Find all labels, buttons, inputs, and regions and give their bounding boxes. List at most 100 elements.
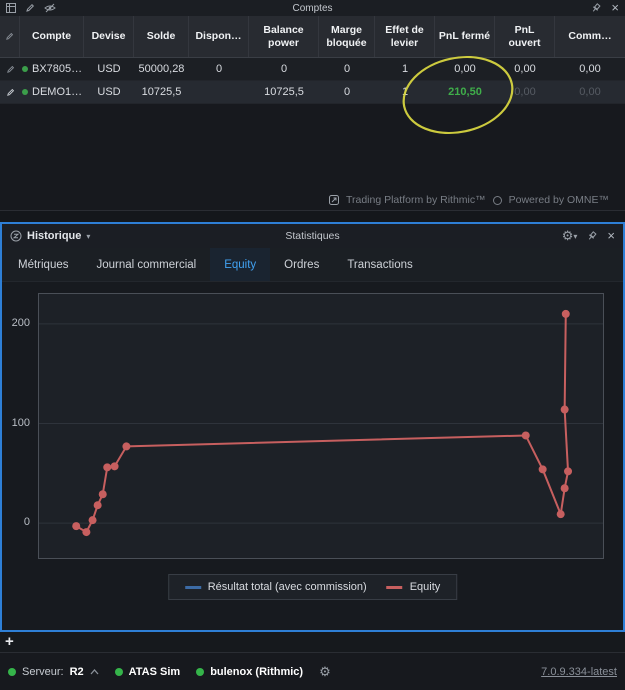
equity-chart-plot — [38, 293, 604, 559]
tab-metriques[interactable]: Métriques — [4, 248, 83, 281]
cell-solde: 10725,5 — [134, 81, 189, 103]
y-axis-tick-label: 0 — [24, 516, 30, 528]
column-header-solde[interactable]: Solde — [134, 16, 189, 57]
connection-bulenox[interactable]: bulenox (Rithmic) — [196, 666, 303, 678]
platform-footer: Trading Platform by Rithmic™ Powered by … — [329, 194, 609, 206]
table-icon[interactable] — [6, 3, 16, 13]
omne-text: Powered by OMNE™ — [509, 194, 609, 206]
equity-point — [99, 490, 107, 498]
account-row[interactable]: BX7805… USD 50000,28 0 0 0 1 0,00 0,00 0… — [0, 58, 625, 81]
equity-swatch — [387, 586, 403, 589]
equity-point — [562, 310, 570, 318]
statistics-titlebar: Historique ▾ Statistiques ⚙▾ × — [2, 224, 623, 248]
equity-point — [122, 442, 130, 450]
rithmic-logo-icon — [329, 195, 339, 205]
version-link[interactable]: 7.0.9.334-latest — [541, 666, 617, 678]
cell-solde: 50000,28 — [134, 58, 189, 80]
accounts-table-header: Compte Devise Solde Dispon… Balance powe… — [0, 16, 625, 58]
cell-pnl-ferme: 210,50 — [435, 81, 495, 103]
tab-journal-commercial[interactable]: Journal commercial — [83, 248, 211, 281]
equity-point — [561, 406, 569, 414]
edit-account-icon[interactable] — [0, 58, 20, 80]
cell-dispon — [189, 81, 249, 103]
server-label: Serveur: — [22, 666, 64, 678]
cell-compte: DEMO1… — [20, 81, 84, 103]
column-header-compte[interactable]: Compte — [20, 16, 84, 57]
cell-dispon: 0 — [189, 58, 249, 80]
history-dropdown[interactable]: Historique ▾ — [10, 230, 90, 242]
cell-comm: 0,00 — [555, 58, 625, 80]
account-name: BX7805… — [32, 63, 82, 75]
settings-gear-icon[interactable]: ⚙▾ — [562, 230, 578, 242]
history-dropdown-label: Historique — [27, 230, 81, 242]
column-header-dispon[interactable]: Dispon… — [189, 16, 249, 57]
equity-point — [539, 465, 547, 473]
connection-status-dot — [22, 66, 28, 72]
tab-ordres[interactable]: Ordres — [270, 248, 333, 281]
cell-pnl-ferme: 0,00 — [435, 58, 495, 80]
equity-point — [89, 516, 97, 524]
column-header-comm[interactable]: Comm… — [555, 16, 625, 57]
y-axis-tick-label: 100 — [12, 417, 30, 429]
cell-devise: USD — [84, 58, 134, 80]
legend-label-result-total: Résultat total (avec commission) — [208, 581, 367, 593]
y-axis-tick-label: 200 — [12, 317, 30, 329]
connection-status-dot — [115, 668, 123, 676]
cell-marge-bloquee: 0 — [319, 81, 375, 103]
add-panel-button[interactable]: + — [5, 634, 14, 650]
accounts-panel: Comptes × Compte Devise Solde Dispon… Ba… — [0, 0, 625, 211]
column-header-devise[interactable]: Devise — [84, 16, 134, 57]
accounts-panel-title: Comptes — [0, 3, 625, 14]
server-selector[interactable]: Serveur: R2 — [8, 666, 99, 678]
equity-point — [557, 510, 565, 518]
column-header-pnl-ouvert[interactable]: PnL ouvert — [495, 16, 555, 57]
cell-devise: USD — [84, 81, 134, 103]
historique-panel-icon — [10, 230, 22, 242]
account-row[interactable]: DEMO1… USD 10725,5 10725,5 0 1 210,50 0,… — [0, 81, 625, 104]
close-icon[interactable]: × — [611, 3, 619, 13]
cell-compte: BX7805… — [20, 58, 84, 80]
edit-account-icon[interactable] — [0, 81, 20, 103]
tab-equity[interactable]: Equity — [210, 248, 270, 281]
cell-balance-power: 10725,5 — [249, 81, 319, 103]
column-header-pnl-ferme[interactable]: PnL fermé — [435, 16, 495, 57]
equity-chart-region: 0 100 200 Résultat total (avec commission)… — [2, 282, 623, 630]
equity-point — [561, 484, 569, 492]
connection-status-dot — [196, 668, 204, 676]
legend-item-result-total[interactable]: Résultat total (avec commission) — [185, 581, 367, 593]
omne-logo-icon — [493, 196, 502, 205]
tab-transactions[interactable]: Transactions — [333, 248, 426, 281]
edit-column-header — [0, 16, 20, 57]
cell-effet-levier: 1 — [375, 81, 435, 103]
column-header-marge-bloquee[interactable]: Marge bloquée — [319, 16, 375, 57]
cell-comm: 0,00 — [555, 81, 625, 103]
statistics-panel: Historique ▾ Statistiques ⚙▾ × Métriques… — [0, 222, 625, 632]
equity-point — [522, 431, 530, 439]
legend-item-equity[interactable]: Equity — [387, 581, 441, 593]
connections-settings-icon[interactable]: ⚙ — [319, 666, 331, 678]
column-header-effet-levier[interactable]: Effet de levier — [375, 16, 435, 57]
cell-balance-power: 0 — [249, 58, 319, 80]
panel-tab-strip: + — [0, 632, 625, 652]
pin-icon[interactable] — [587, 231, 597, 241]
equity-point — [103, 463, 111, 471]
y-axis: 0 100 200 — [2, 282, 36, 572]
pencil-icon[interactable] — [25, 3, 35, 13]
chart-legend: Résultat total (avec commission) Equity — [168, 574, 458, 600]
rithmic-text: Trading Platform by Rithmic™ — [346, 194, 486, 206]
close-icon[interactable]: × — [607, 231, 615, 241]
cell-pnl-ouvert: 0,00 — [495, 81, 555, 103]
cell-marge-bloquee: 0 — [319, 58, 375, 80]
connection-name: ATAS Sim — [129, 666, 181, 678]
statistics-panel-title: Statistiques — [2, 230, 623, 242]
eye-hidden-icon[interactable] — [44, 3, 56, 13]
accounts-titlebar: Comptes × — [0, 0, 625, 16]
equity-point — [111, 462, 119, 470]
equity-point — [72, 522, 80, 530]
equity-chart-svg — [39, 294, 603, 558]
pin-icon[interactable] — [591, 3, 601, 13]
chevron-up-icon[interactable] — [90, 669, 99, 675]
column-header-balance-power[interactable]: Balance power — [249, 16, 319, 57]
server-status-dot — [8, 668, 16, 676]
connection-atas-sim[interactable]: ATAS Sim — [115, 666, 181, 678]
